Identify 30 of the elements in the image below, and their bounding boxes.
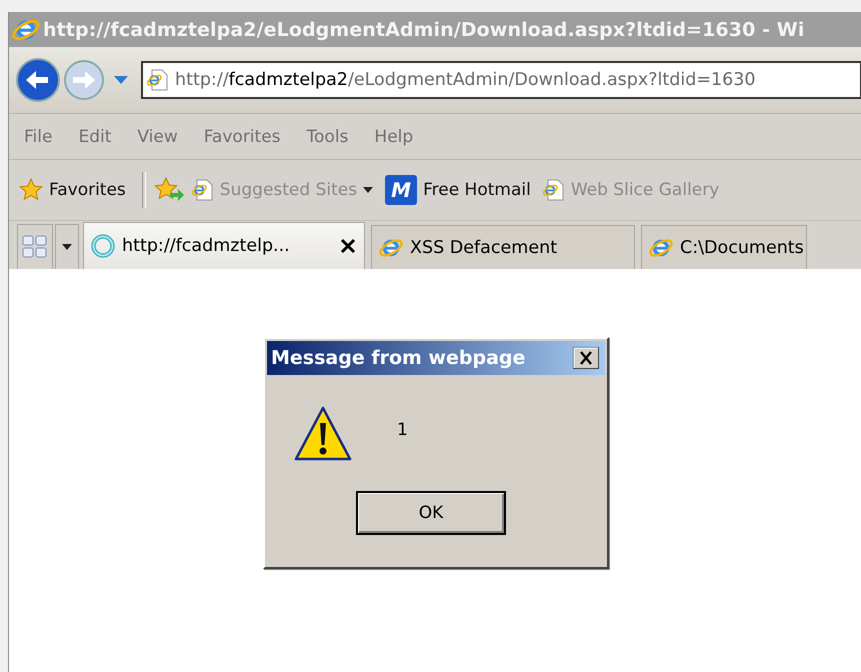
tab-list-caret-icon[interactable] [62, 244, 72, 250]
loading-ring-icon [90, 233, 116, 259]
page-icon [192, 179, 214, 201]
browser-tab[interactable]: XSS Defacement [371, 225, 635, 269]
warning-icon [293, 405, 353, 463]
menu-item[interactable]: View [128, 124, 187, 148]
message-text: 1 [397, 420, 408, 440]
ok-button[interactable]: OK [356, 491, 506, 535]
favorites-link[interactable]: M Free Hotmail [381, 173, 535, 207]
window-title: http://fcadmztelpa2/eLodgmentAdmin/Download.aspx?ltdid=1630 - Wi [43, 18, 804, 40]
hotmail-logo: M [385, 175, 418, 205]
close-icon[interactable] [573, 347, 599, 369]
page-icon [542, 179, 565, 201]
dialog-title: Message from webpage [271, 347, 526, 369]
menu-item[interactable]: File [15, 124, 62, 148]
favorites-button[interactable]: Favorites [15, 176, 130, 204]
star-icon [19, 178, 43, 202]
menu-item[interactable]: Favorites [194, 124, 290, 148]
menu-item[interactable]: Help [365, 124, 422, 148]
quick-tabs-icon[interactable] [22, 235, 48, 259]
page-icon [147, 69, 169, 91]
address-field[interactable]: http://fcadmztelpa2/eLodgmentAdmin/Download.aspx?ltdid=1630 [141, 61, 861, 99]
close-icon[interactable] [340, 238, 356, 254]
browser-tab[interactable]: C:\Documents [641, 225, 807, 269]
caret-icon [363, 187, 374, 193]
dropdown-icon[interactable] [113, 75, 129, 85]
menu-item[interactable]: Tools [298, 124, 358, 148]
browser-tab[interactable]: http://fcadmztelp... [83, 222, 365, 269]
menu-item[interactable]: Edit [69, 124, 120, 148]
back-icon[interactable] [15, 57, 61, 103]
